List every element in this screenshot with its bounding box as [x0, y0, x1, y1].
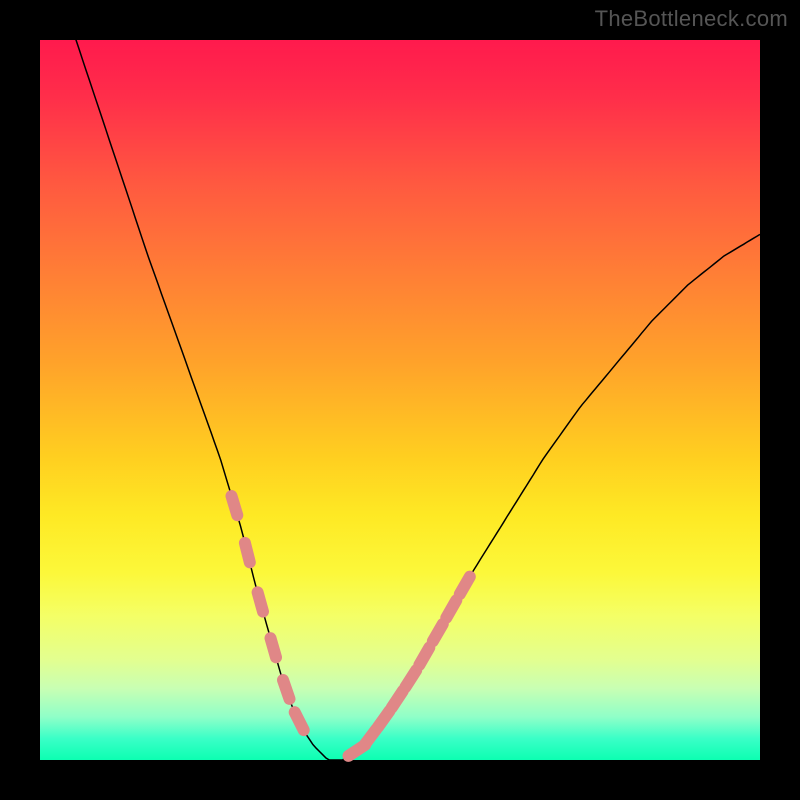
- curve-svg: [40, 40, 760, 760]
- highlight-marker: [283, 680, 290, 699]
- highlight-marker: [419, 648, 429, 665]
- plot-area: [40, 40, 760, 760]
- right-rising-markers: [349, 577, 470, 756]
- highlight-marker: [258, 592, 263, 611]
- highlight-marker: [446, 600, 456, 617]
- highlight-marker: [392, 691, 403, 708]
- highlight-marker: [405, 670, 416, 687]
- highlight-marker: [460, 577, 470, 594]
- bottleneck-curve: [40, 0, 760, 760]
- highlight-marker: [245, 543, 250, 562]
- highlight-marker: [232, 496, 238, 515]
- highlight-marker: [271, 638, 277, 657]
- highlight-marker: [433, 624, 443, 641]
- highlight-marker: [295, 712, 304, 730]
- chart-stage: TheBottleneck.com: [0, 0, 800, 800]
- highlight-marker: [378, 711, 390, 727]
- watermark-text: TheBottleneck.com: [595, 6, 788, 32]
